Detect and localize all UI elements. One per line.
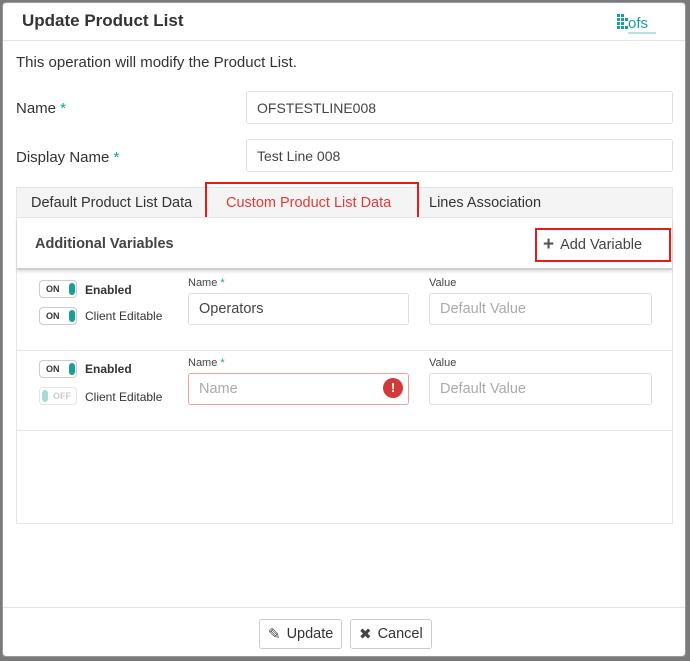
- update-product-list-dialog: Update Product List ofs This operation w…: [2, 2, 686, 657]
- toggle-knob: [69, 363, 75, 375]
- modal-title: Update Product List: [22, 11, 184, 30]
- variable-row: ON Enabled OFF Client Editable Name * ! …: [17, 351, 673, 431]
- required-mark: *: [60, 100, 67, 117]
- tab-default-product-list-data[interactable]: Default Product List Data: [31, 195, 192, 211]
- name-input[interactable]: [246, 91, 673, 124]
- toggle-knob: [69, 283, 75, 295]
- client-editable-toggle[interactable]: OFF: [39, 387, 77, 405]
- enabled-label: Enabled: [85, 362, 132, 376]
- update-label: Update: [286, 626, 334, 642]
- name-label-text: Name: [16, 100, 57, 117]
- display-name-label-text: Display Name: [16, 149, 110, 166]
- required-mark: *: [113, 149, 120, 166]
- plus-icon: +: [543, 234, 555, 255]
- required-mark: *: [220, 357, 225, 369]
- logo-text: ofs: [628, 15, 648, 32]
- modal-header: Update Product List ofs: [3, 3, 685, 41]
- client-editable-toggle[interactable]: ON: [39, 307, 77, 325]
- variable-name-label: Name *: [188, 277, 225, 289]
- intro-text: This operation will modify the Product L…: [16, 54, 297, 71]
- cancel-label: Cancel: [377, 626, 423, 642]
- toggle-state: ON: [46, 311, 60, 321]
- exclamation-icon: !: [383, 378, 403, 398]
- toggle-state: ON: [46, 284, 60, 294]
- cancel-button[interactable]: ✖ Cancel: [350, 619, 432, 649]
- add-variable-button[interactable]: + Add Variable: [543, 235, 642, 254]
- update-button[interactable]: ✎ Update: [259, 619, 343, 649]
- client-editable-label: Client Editable: [85, 390, 163, 404]
- variable-value-label: Value: [429, 357, 457, 369]
- toggle-knob: [69, 310, 75, 322]
- variable-name-label-text: Name: [188, 277, 218, 289]
- enabled-toggle[interactable]: ON: [39, 280, 77, 298]
- enabled-toggle[interactable]: ON: [39, 360, 77, 378]
- add-variable-label: Add Variable: [560, 236, 643, 253]
- variable-name-label-text: Name: [188, 357, 218, 369]
- panel-title: Additional Variables: [35, 236, 174, 252]
- variable-value-input[interactable]: [429, 293, 652, 325]
- required-mark: *: [220, 277, 225, 289]
- enabled-label: Enabled: [85, 283, 132, 297]
- variable-row: ON Enabled ON Client Editable Name * Val…: [17, 271, 673, 351]
- toggle-knob: [42, 390, 48, 402]
- toggle-state: OFF: [53, 391, 71, 401]
- variable-name-label: Name *: [188, 357, 225, 369]
- ofs-logo: ofs: [617, 14, 656, 34]
- close-icon: ✖: [359, 626, 372, 643]
- toggle-state: ON: [46, 364, 60, 374]
- variable-name-input[interactable]: [188, 293, 409, 325]
- modal-footer: ✎ Update ✖ Cancel: [3, 607, 685, 656]
- name-label: Name *: [16, 100, 66, 117]
- display-name-label: Display Name *: [16, 149, 119, 166]
- pencil-icon: ✎: [268, 626, 281, 643]
- variable-name-input[interactable]: [188, 373, 409, 405]
- display-name-input[interactable]: [246, 139, 673, 172]
- variable-value-label: Value: [429, 277, 457, 289]
- variable-value-input[interactable]: [429, 373, 652, 405]
- client-editable-label: Client Editable: [85, 309, 163, 323]
- tab-lines-association[interactable]: Lines Association: [429, 195, 541, 211]
